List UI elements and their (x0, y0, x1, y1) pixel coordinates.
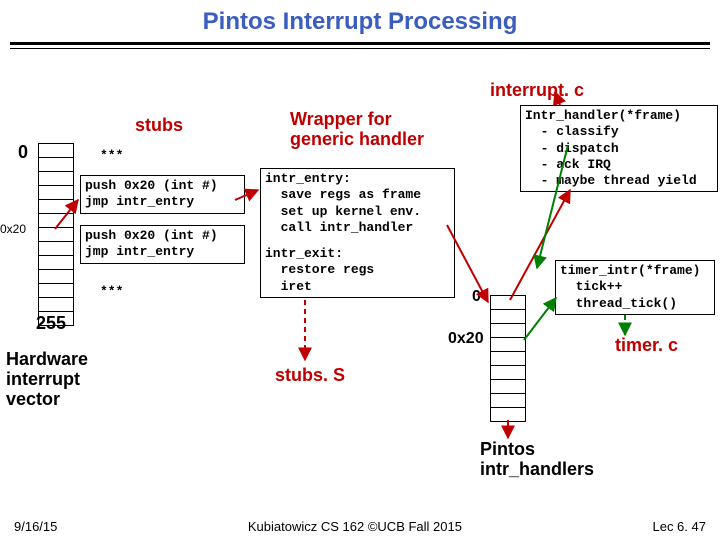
handler-index-0: 0 (472, 288, 481, 306)
ih-l4: - ack IRQ (525, 157, 713, 173)
ph-l1: Pintos (480, 440, 594, 460)
idt-index-255: 255 (36, 313, 66, 334)
footer-right: Lec 6. 47 (652, 519, 706, 534)
ti-l2: tick++ (560, 279, 710, 295)
ti-l1: timer_intr(*frame) (560, 263, 710, 279)
ih-l1: Intr_handler(*frame) (525, 108, 713, 124)
stub0-line1: push 0x20 (int #) (85, 178, 240, 194)
ih-l3: - dispatch (525, 141, 713, 157)
idt-index-0x20: 0x20 (0, 222, 26, 236)
hw-l2: interrupt (6, 370, 88, 390)
slide-title: Pintos Interrupt Processing (0, 0, 720, 36)
idt-index-0: 0 (18, 142, 28, 163)
wrapper-l2: generic handler (290, 130, 424, 150)
intr-exit-l2: restore regs (265, 262, 450, 278)
ih-l2: - classify (525, 124, 713, 140)
stub-code-1: push 0x20 (int #) jmp intr_entry (80, 225, 245, 264)
slide-footer: 9/16/15 Kubiatowicz CS 162 ©UCB Fall 201… (0, 519, 720, 534)
stub0-line2: jmp intr_entry (85, 194, 240, 210)
ti-l3: thread_tick() (560, 296, 710, 312)
stubs-ellipsis-bottom: *** (100, 284, 123, 300)
handler-index-0x20: 0x20 (448, 330, 484, 348)
intr-entry-l2: save regs as frame (265, 187, 450, 203)
footer-date: 9/16/15 (14, 519, 57, 534)
stub1-line2: jmp intr_entry (85, 244, 240, 260)
intr-exit-l1: intr_exit: (265, 246, 450, 262)
idt-column (38, 143, 74, 326)
intr-exit-l3: iret (265, 279, 450, 295)
interrupt-c-label: interrupt. c (490, 80, 584, 101)
hw-l3: vector (6, 390, 88, 410)
stubs-s-label: stubs. S (275, 365, 345, 386)
wrapper-heading: Wrapper for generic handler (290, 110, 424, 150)
hw-interrupt-vector-label: Hardware interrupt vector (6, 350, 88, 409)
intr-entry-l1: intr_entry: (265, 171, 450, 187)
footer-center: Kubiatowicz CS 162 ©UCB Fall 2015 (248, 519, 462, 534)
timer-c-label: timer. c (615, 335, 678, 356)
stub-code-0: push 0x20 (int #) jmp intr_entry (80, 175, 245, 214)
ph-l2: intr_handlers (480, 460, 594, 480)
title-underline (10, 42, 710, 49)
stubs-heading: stubs (135, 115, 183, 136)
intr-entry-l4: call intr_handler (265, 220, 450, 236)
intr-entry-box: intr_entry: save regs as frame set up ke… (260, 168, 455, 298)
handler-table-column (490, 295, 526, 422)
hw-l1: Hardware (6, 350, 88, 370)
timer-intr-box: timer_intr(*frame) tick++ thread_tick() (555, 260, 715, 315)
wrapper-l1: Wrapper for (290, 110, 424, 130)
intr-entry-l3: set up kernel env. (265, 204, 450, 220)
stubs-ellipsis-top: *** (100, 148, 123, 164)
pintos-intr-handlers-label: Pintos intr_handlers (480, 440, 594, 480)
ih-l5: - maybe thread yield (525, 173, 713, 189)
intr-handler-box: Intr_handler(*frame) - classify - dispat… (520, 105, 718, 192)
stub1-line1: push 0x20 (int #) (85, 228, 240, 244)
